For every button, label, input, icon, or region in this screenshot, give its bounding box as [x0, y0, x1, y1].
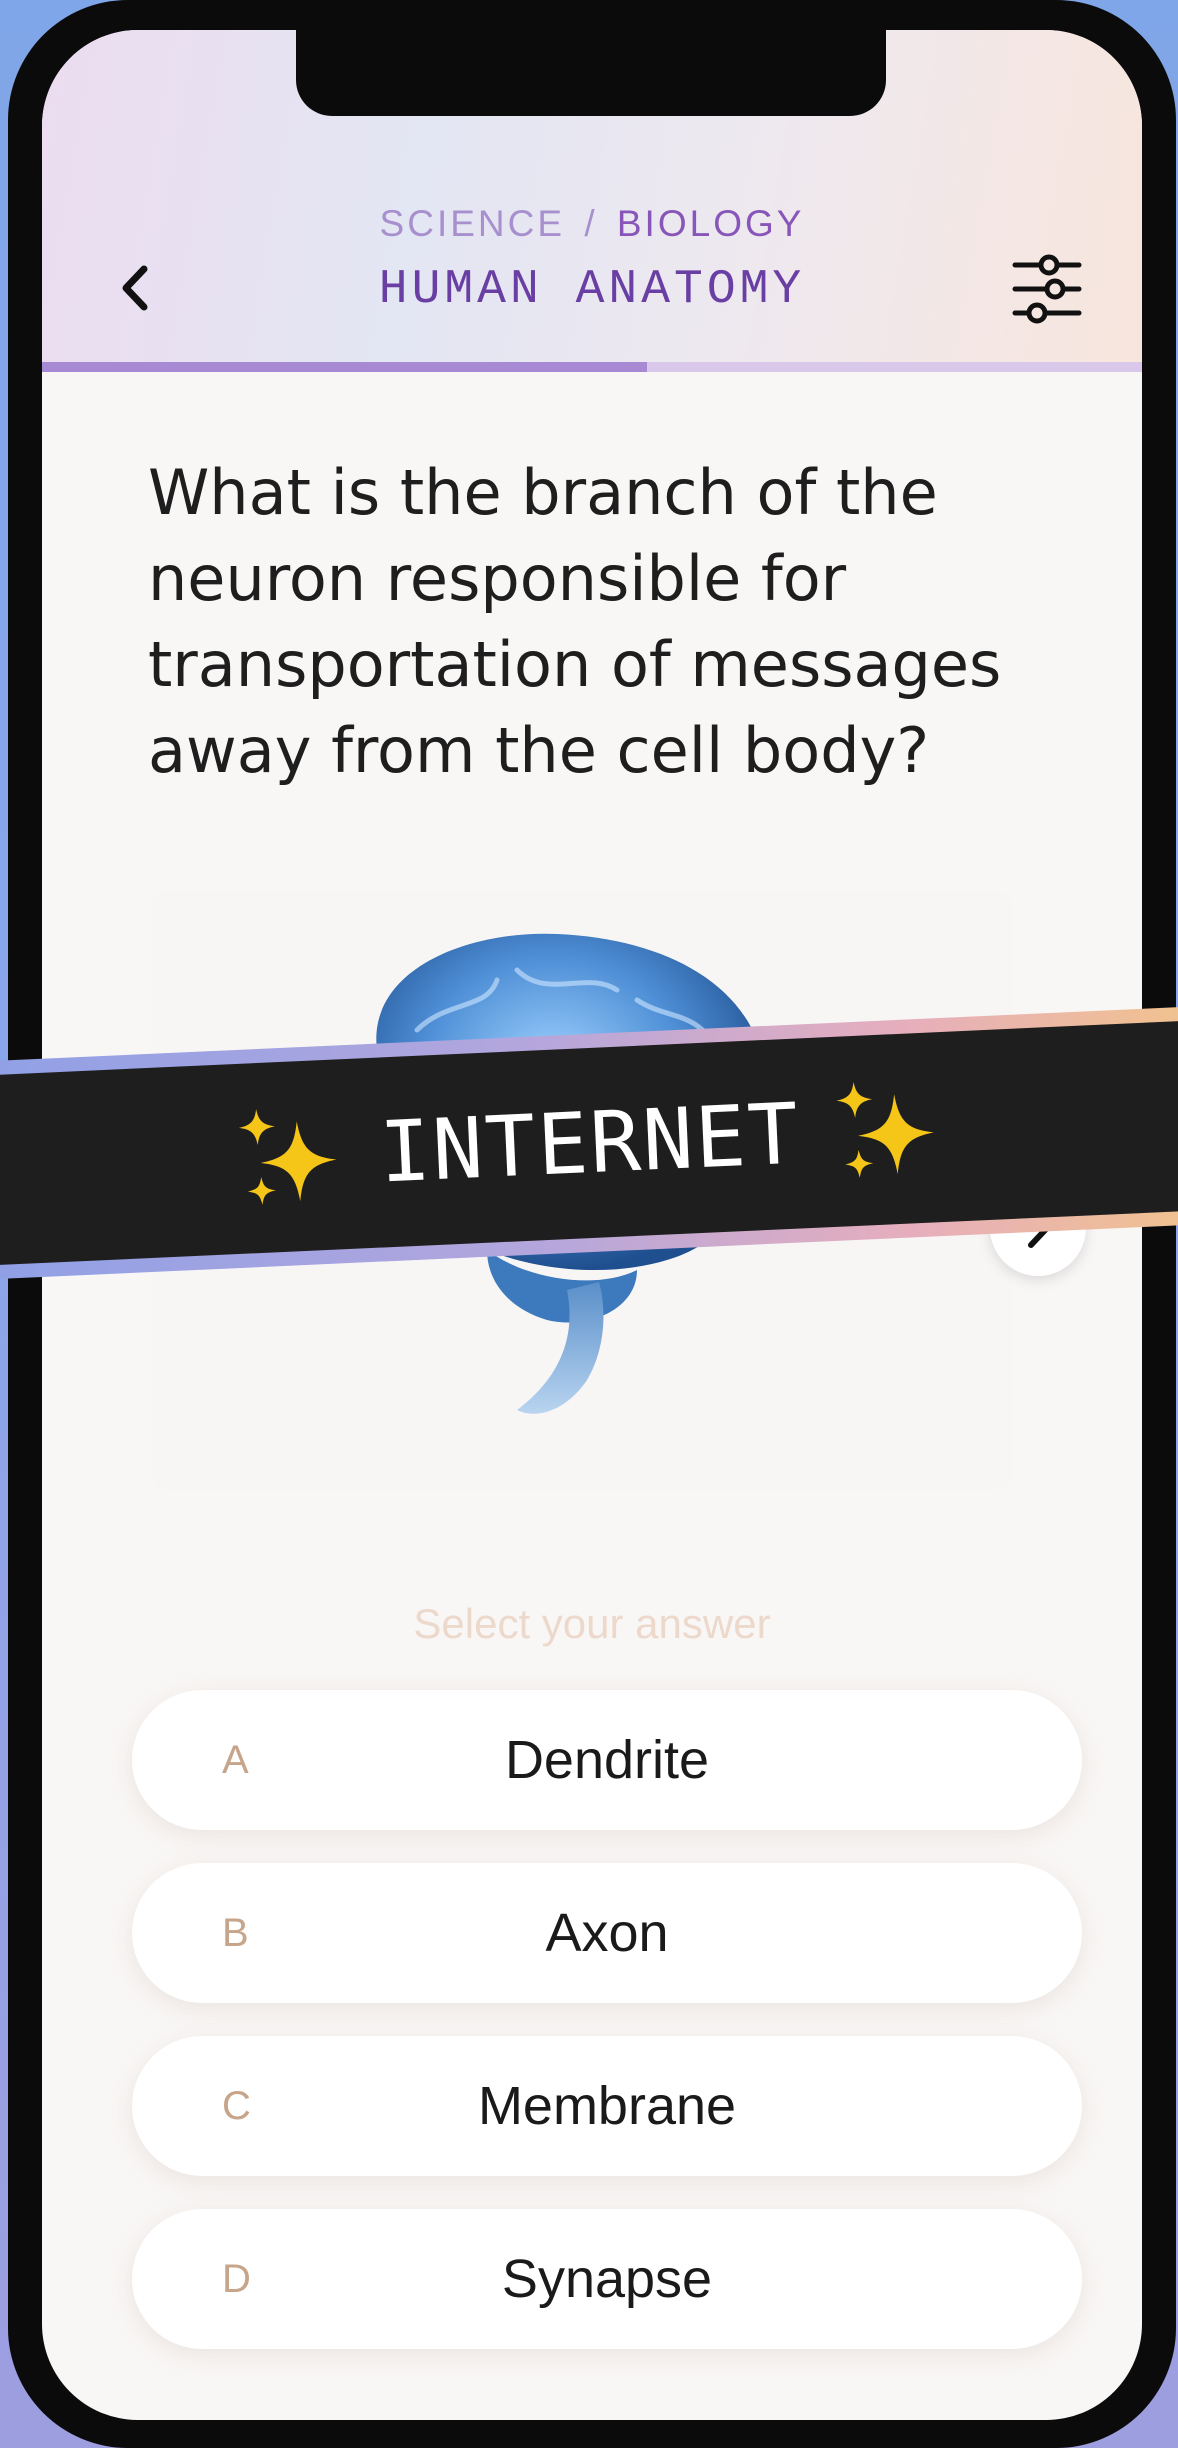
answer-prompt: Select your answer: [413, 1600, 771, 1647]
answer-text: Membrane: [477, 2076, 737, 2136]
answer-option-d[interactable]: D Synapse: [132, 2209, 1082, 2349]
question-text: What is the branch of the neuron respons…: [148, 456, 1002, 787]
answer-option-c[interactable]: C Membrane: [132, 2036, 1082, 2176]
breadcrumb-current: BIOLOGY: [616, 203, 805, 244]
internet-banner: INTERNET: [0, 1005, 1178, 1281]
answer-text: Axon: [545, 1903, 669, 1963]
page-title: HUMAN ANATOMY: [378, 263, 806, 317]
quiz-header: SCIENCE / BIOLOGY HUMAN ANATOMY: [42, 30, 1142, 372]
sparkles-icon: [836, 1081, 935, 1178]
sliders-icon: [1012, 254, 1082, 324]
answer-option-a[interactable]: A Dendrite: [132, 1690, 1082, 1830]
answer-option-b[interactable]: B Axon: [132, 1863, 1082, 2003]
breadcrumb-separator: /: [584, 203, 598, 244]
settings-button[interactable]: [1002, 244, 1092, 334]
progress-bar: [42, 362, 1142, 372]
breadcrumb: SCIENCE / BIOLOGY: [42, 203, 1142, 245]
phone-notch: [296, 30, 886, 116]
answer-text: Dendrite: [504, 1730, 710, 1790]
answer-text: Synapse: [501, 2249, 713, 2309]
progress-fill: [42, 362, 647, 372]
banner-text: INTERNET: [377, 1084, 803, 1202]
sparkles-icon: [238, 1109, 337, 1205]
breadcrumb-parent[interactable]: SCIENCE: [380, 203, 565, 244]
